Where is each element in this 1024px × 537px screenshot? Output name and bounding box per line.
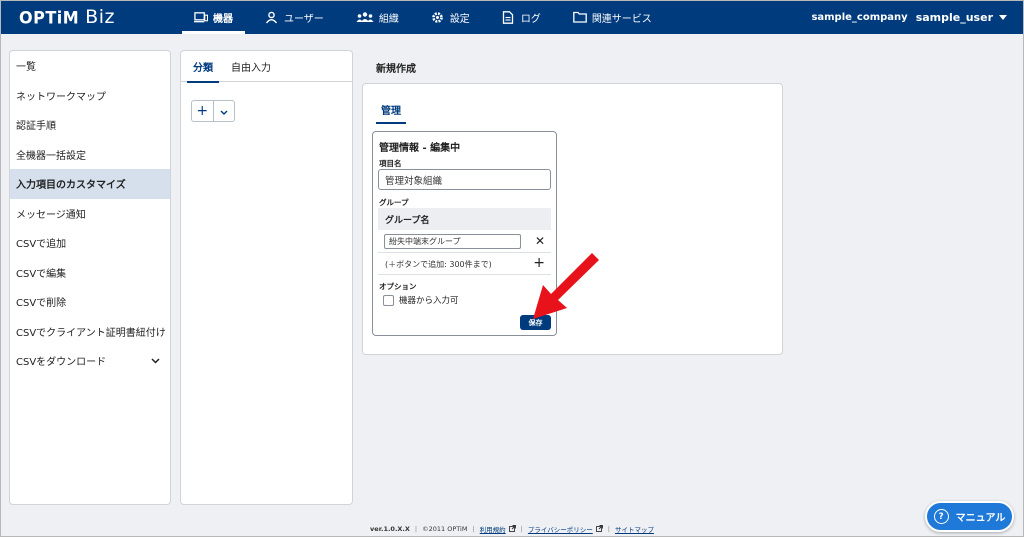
chevron-down-icon xyxy=(999,15,1007,20)
sidebar-item-csv-delete[interactable]: CSVで削除 xyxy=(10,287,170,317)
sidebar-item-message-notice[interactable]: メッセージ通知 xyxy=(10,199,170,229)
sidebar-item-customize-fields[interactable]: 入力項目のカスタマイズ xyxy=(10,169,170,199)
nav-item-settings[interactable]: 設定 xyxy=(415,1,486,34)
logo-main: OPTiM xyxy=(19,7,80,28)
sidebar-item-bulk-settings[interactable]: 全機器一括設定 xyxy=(10,140,170,170)
tab-category[interactable]: 分類 xyxy=(184,51,222,83)
optim-biz-logo[interactable]: OPTiM Biz xyxy=(19,6,115,28)
sidebar-item-label: メッセージ通知 xyxy=(16,209,86,221)
folder-icon xyxy=(572,11,587,25)
add-dropdown-toggle[interactable] xyxy=(214,101,235,121)
nav-item-logs[interactable]: ログ xyxy=(486,1,557,34)
nav-label: ユーザー xyxy=(284,14,324,25)
footer: ver.1.0.X.X | ©2011 OPTiM | 利用規約 | プライバシ… xyxy=(370,524,654,534)
remove-group-button[interactable]: ✕ xyxy=(535,234,545,249)
sidebar-item-list[interactable]: 一覧 xyxy=(10,51,170,81)
tab-free-input[interactable]: 自由入力 xyxy=(222,51,280,82)
external-link-icon xyxy=(595,524,603,534)
nav-item-related-services[interactable]: 関連サービス xyxy=(557,1,668,34)
main-nav: 機器 ユーザー 組織 設定 ログ 関連サービス xyxy=(178,1,668,34)
red-arrow-annotation xyxy=(533,253,599,319)
sidebar-item-label: CSVをダウンロード xyxy=(16,357,107,369)
nav-item-users[interactable]: ユーザー xyxy=(249,1,340,34)
tab-management[interactable]: 管理 xyxy=(376,94,406,124)
sidebar-item-csv-edit[interactable]: CSVで編集 xyxy=(10,258,170,288)
nav-label: ログ xyxy=(520,14,541,25)
sidebar-item-label: ネットワークマップ xyxy=(16,91,106,103)
sidebar-item-label: 一覧 xyxy=(16,62,36,74)
group-label: グループ xyxy=(379,198,409,207)
page-title: 新規作成 xyxy=(376,64,416,75)
sidebar-item-label: CSVで削除 xyxy=(16,298,67,310)
sidebar: 一覧 ネットワークマップ 認証手順 全機器一括設定 入力項目のカスタマイズ メッ… xyxy=(9,50,171,505)
item-name-label: 項目名 xyxy=(379,159,402,168)
sidebar-item-label: 全機器一括設定 xyxy=(16,150,86,162)
help-icon: ? xyxy=(933,509,949,524)
sidebar-item-csv-client-cert[interactable]: CSVでクライアント証明書紐付け xyxy=(10,317,170,347)
category-panel: 分類 自由入力 + xyxy=(180,50,353,505)
add-split-button: + xyxy=(191,100,235,122)
chevron-down-icon xyxy=(151,356,160,367)
option-label: オプション xyxy=(379,282,417,291)
device-input-checkbox[interactable] xyxy=(383,294,394,306)
user-icon xyxy=(265,11,279,25)
terms-link[interactable]: 利用規約 xyxy=(480,524,506,534)
device-input-option[interactable]: 機器から入力可 xyxy=(383,294,459,306)
nav-label: 機器 xyxy=(213,14,233,25)
log-document-icon xyxy=(502,10,516,25)
add-group-row: (＋ボタンで追加: 300件まで) + xyxy=(378,254,551,275)
nav-label: 組織 xyxy=(378,14,399,25)
sidebar-item-csv-add[interactable]: CSVで追加 xyxy=(10,228,170,258)
user-name: sample_user xyxy=(915,11,993,24)
sidebar-item-auth-procedure[interactable]: 認証手順 xyxy=(10,110,170,140)
nav-label: 設定 xyxy=(449,14,470,25)
gear-icon xyxy=(431,11,445,25)
chevron-down-icon xyxy=(220,105,228,118)
add-button[interactable]: + xyxy=(192,101,214,121)
item-name-input[interactable]: 管理対象組織 xyxy=(378,169,551,190)
sidebar-item-csv-download[interactable]: CSVをダウンロード xyxy=(10,346,170,376)
account-menu[interactable]: sample_company sample_user xyxy=(811,1,1007,34)
sidebar-item-label: CSVで追加 xyxy=(16,239,67,251)
sidebar-item-network-map[interactable]: ネットワークマップ xyxy=(10,81,170,111)
nav-item-devices[interactable]: 機器 xyxy=(178,1,249,34)
manual-label: マニュアル xyxy=(955,513,1006,524)
sitemap-link[interactable]: サイトマップ xyxy=(615,524,654,534)
nav-item-organization[interactable]: 組織 xyxy=(340,1,415,34)
company-name: sample_company xyxy=(811,12,908,23)
nav-label: 関連サービス xyxy=(591,14,652,25)
manual-button[interactable]: ? マニュアル xyxy=(925,501,1014,532)
group-row: 紛失中端末グループ ✕ xyxy=(378,232,551,253)
group-name-input[interactable]: 紛失中端末グループ xyxy=(384,234,521,249)
edit-box-title: 管理情報 - 編集中 xyxy=(379,143,461,154)
add-group-hint: (＋ボタンで追加: 300件まで) xyxy=(385,260,492,269)
sidebar-item-label: CSVでクライアント証明書紐付け xyxy=(16,327,166,339)
checkbox-label: 機器から入力可 xyxy=(399,296,459,306)
external-link-icon xyxy=(508,524,516,534)
device-icon xyxy=(194,11,208,25)
copyright-text: ©2011 OPTiM xyxy=(422,525,468,533)
group-table-header: グループ名 xyxy=(378,208,551,230)
privacy-link[interactable]: プライバシーポリシー xyxy=(528,524,593,534)
sidebar-item-label: CSVで編集 xyxy=(16,268,67,280)
version-text: ver.1.0.X.X xyxy=(370,525,410,533)
category-tabs: 分類 自由入力 xyxy=(181,51,352,83)
sidebar-item-label: 入力項目のカスタマイズ xyxy=(16,180,126,192)
sidebar-item-label: 認証手順 xyxy=(16,121,56,133)
top-header: OPTiM Biz 機器 ユーザー 組織 設定 ログ 関連サービス sample… xyxy=(1,1,1023,34)
organization-icon xyxy=(356,11,374,25)
logo-sub: Biz xyxy=(85,6,115,28)
